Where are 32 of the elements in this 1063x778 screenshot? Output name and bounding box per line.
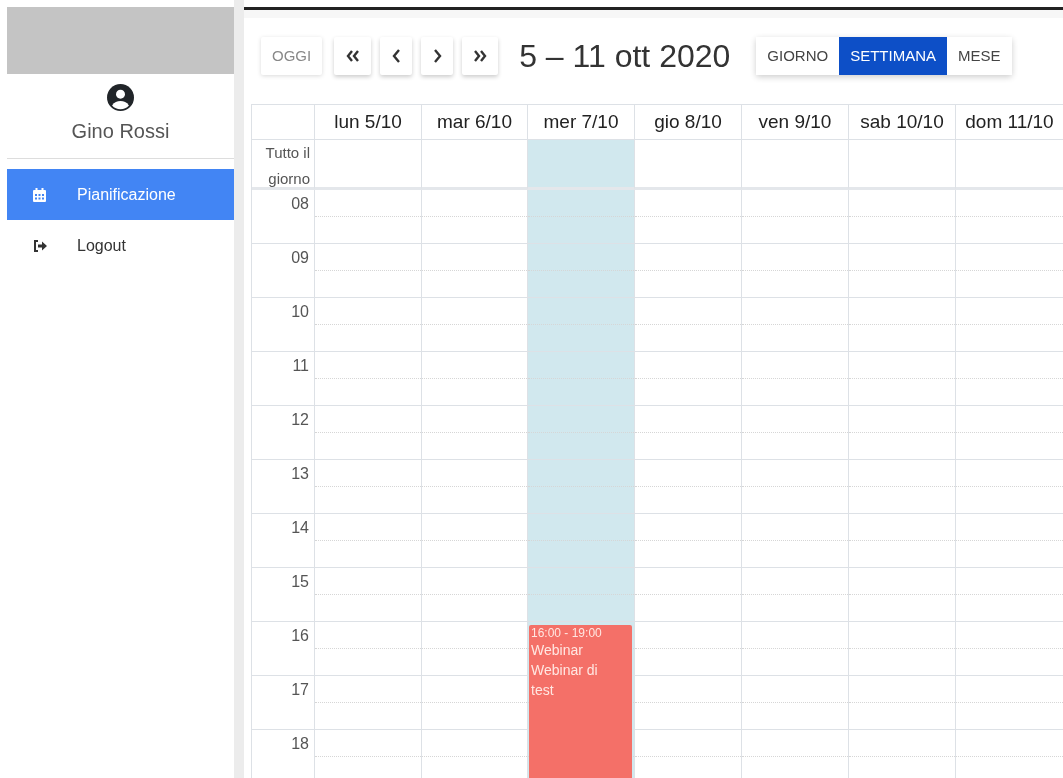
user-avatar-icon [107, 84, 134, 111]
previous-fast-button[interactable] [334, 37, 372, 75]
hour-label: 17 [291, 680, 309, 698]
view-tab[interactable]: SETTIMANA [839, 37, 947, 75]
view-tab[interactable]: GIORNO [756, 37, 840, 75]
user-name: Gino Rossi [71, 119, 170, 144]
double-chevron-right-icon [473, 50, 488, 62]
view-tab[interactable]: MESE [947, 37, 1012, 75]
next-button[interactable] [421, 37, 454, 75]
hour-label: 16 [291, 626, 309, 644]
hour-label: 13 [291, 464, 309, 482]
chevron-left-icon [391, 49, 401, 63]
event-time: 16:00 - 19:00 [531, 625, 603, 641]
chevron-right-icon [432, 49, 442, 63]
double-chevron-left-icon [345, 50, 360, 62]
hour-label: 15 [291, 572, 309, 590]
hour-label: 09 [291, 248, 309, 266]
event-description: Webinar di test [531, 661, 599, 700]
hour-label: 18 [291, 734, 309, 752]
hour-label: 11 [292, 356, 309, 374]
date-range-title: 5 – 11 ott 2020 [519, 37, 731, 76]
calendar-icon [33, 187, 46, 202]
hour-label: 08 [291, 194, 309, 212]
all-day-label: Tutto il giorno [264, 143, 310, 187]
next-fast-button[interactable] [462, 37, 499, 75]
logout-icon [33, 239, 47, 252]
sidebar-item[interactable]: Pianificazione [7, 169, 234, 220]
event-title: Webinar [531, 641, 584, 660]
hour-label: 10 [291, 302, 309, 320]
hour-label: 12 [291, 410, 309, 428]
hour-label: 14 [291, 518, 309, 536]
previous-button[interactable] [380, 37, 413, 75]
